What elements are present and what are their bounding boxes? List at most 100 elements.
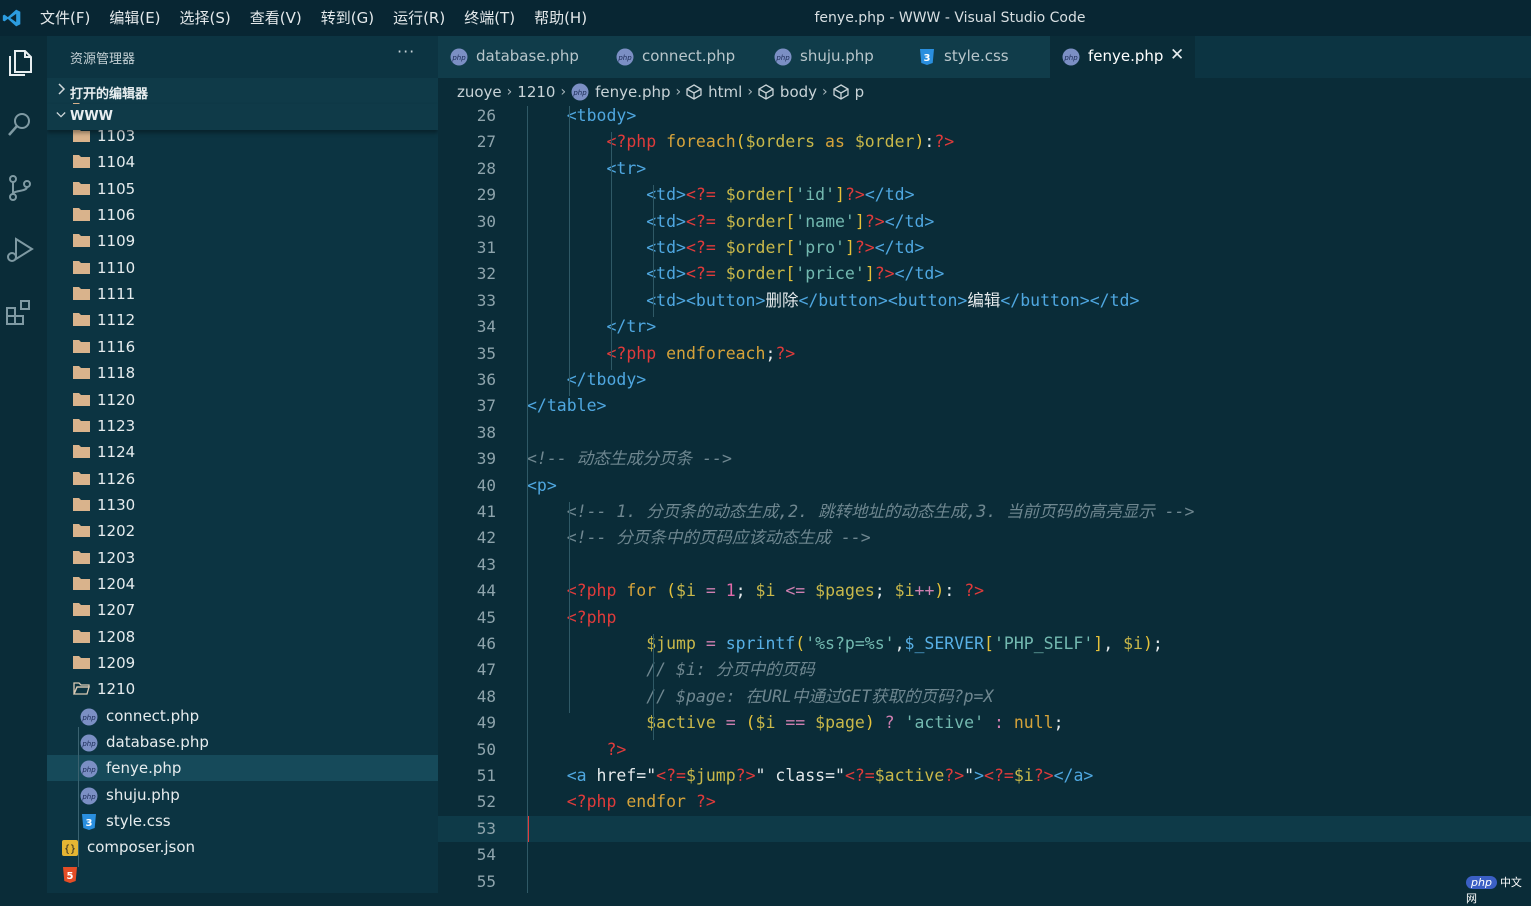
- tree-file[interactable]: php database.php: [47, 729, 438, 755]
- tree-folder[interactable]: 1130: [47, 492, 438, 518]
- breadcrumb-item[interactable]: html ›: [686, 83, 758, 101]
- tree-folder[interactable]: 1111: [47, 281, 438, 307]
- code-line[interactable]: 53: [438, 815, 1531, 843]
- tree-folder[interactable]: 1109: [47, 228, 438, 254]
- tab-fenye-php[interactable]: php fenye.php ✕: [1050, 36, 1195, 78]
- code-line[interactable]: 28 <tr>: [438, 156, 1531, 182]
- code-line[interactable]: 36 </tbody>: [438, 367, 1531, 393]
- breadcrumb-item[interactable]: php fenye.php ›: [571, 83, 686, 101]
- code-line[interactable]: 45 <?php: [438, 605, 1531, 631]
- code-token: ?>: [964, 581, 985, 601]
- tree-folder[interactable]: 1203: [47, 545, 438, 571]
- code-token: $order: [715, 185, 786, 205]
- code-token: ?>: [934, 132, 955, 152]
- code-line[interactable]: 47 // $i: 分页中的页码: [438, 657, 1531, 683]
- run-debug-icon[interactable]: [3, 233, 37, 267]
- code-line[interactable]: 33 <td><button>删除</button><button>编辑</bu…: [438, 288, 1531, 314]
- code-line[interactable]: 41 <!-- 1. 分页条的动态生成,2. 跳转地址的动态生成,3. 当前页码…: [438, 499, 1531, 525]
- tree-file[interactable]: 5: [47, 861, 438, 887]
- tree-folder[interactable]: 1202: [47, 518, 438, 544]
- tree-folder[interactable]: 1207: [47, 597, 438, 623]
- folder-icon: [73, 656, 90, 669]
- code-line[interactable]: 31 <td><?= $order['pro']?></td>: [438, 235, 1531, 261]
- code-token: <a: [566, 766, 587, 785]
- code-editor[interactable]: 26 <tbody> 27 <?php foreach($orders as $o…: [438, 106, 1531, 893]
- code-line[interactable]: 30 <td><?= $order['name']?></td>: [438, 209, 1531, 235]
- code-line[interactable]: 54: [438, 842, 1531, 868]
- code-line[interactable]: 26 <tbody>: [438, 106, 1531, 129]
- code-token: $orders: [745, 132, 816, 152]
- code-line[interactable]: 34 </tr>: [438, 314, 1531, 340]
- tree-file[interactable]: php shuju.php: [47, 782, 438, 808]
- tree-folder[interactable]: 1126: [47, 466, 438, 492]
- code-line[interactable]: 49 $active = ($i == $page) ? 'active' : …: [438, 710, 1531, 736]
- tree-folder-open[interactable]: 1210: [47, 676, 438, 702]
- tree-folder[interactable]: 1123: [47, 413, 438, 439]
- menu-item[interactable]: 转到(G): [321, 0, 374, 36]
- tree-file[interactable]: {} composer.json: [47, 834, 438, 860]
- explorer-icon[interactable]: [3, 46, 37, 80]
- breadcrumb-separator: ›: [747, 84, 753, 100]
- menu-item[interactable]: 查看(V): [250, 0, 302, 36]
- breadcrumb-item[interactable]: zuoye ›: [457, 83, 517, 101]
- code-line[interactable]: 38: [438, 420, 1531, 446]
- menu-item[interactable]: 选择(S): [180, 0, 231, 36]
- menu-item[interactable]: 帮助(H): [534, 0, 587, 36]
- menu-item[interactable]: 文件(F): [40, 0, 90, 36]
- extensions-icon[interactable]: [3, 296, 37, 330]
- breadcrumb-item[interactable]: body ›: [758, 83, 833, 101]
- menu-item[interactable]: 运行(R): [393, 0, 445, 36]
- code-line[interactable]: 35 <?php endforeach;?>: [438, 341, 1531, 367]
- menu-item[interactable]: 终端(T): [464, 0, 515, 36]
- close-icon[interactable]: ✕: [1170, 45, 1184, 65]
- breadcrumb-item[interactable]: 1210 ›: [517, 83, 571, 101]
- code-line[interactable]: 27 <?php foreach($orders as $order):?>: [438, 129, 1531, 155]
- tree-folder[interactable]: 1104: [47, 149, 438, 175]
- code-line[interactable]: 51 <a href="<?=$jump?>" class="<?=$activ…: [438, 763, 1531, 789]
- tree-folder[interactable]: 1120: [47, 387, 438, 413]
- code-line[interactable]: 40 <p>: [438, 473, 1531, 499]
- code-token: 'PHP_SELF': [993, 634, 1094, 653]
- code-text: <td><?= $order['id']?></td>: [527, 182, 914, 208]
- menu-item[interactable]: 编辑(E): [109, 0, 160, 36]
- tree-item-label: 1116: [97, 337, 136, 356]
- tree-file[interactable]: 3 style.css: [47, 808, 438, 834]
- tab-shuju-php[interactable]: php shuju.php: [762, 36, 907, 78]
- tree-file[interactable]: php connect.php: [47, 703, 438, 729]
- tab-database-php[interactable]: php database.php: [438, 36, 605, 78]
- symbol-element-icon: [758, 84, 774, 100]
- tree-folder[interactable]: 1110: [47, 255, 438, 281]
- tree-folder[interactable]: 1209: [47, 650, 438, 676]
- source-control-icon[interactable]: [3, 171, 37, 205]
- tab-connect-php[interactable]: php connect.php: [604, 36, 763, 78]
- tree-folder[interactable]: 1112: [47, 307, 438, 333]
- code-token: (: [745, 713, 756, 733]
- code-line[interactable]: 43: [438, 552, 1531, 578]
- tree-file[interactable]: php fenye.php: [47, 755, 438, 782]
- tab-style-css[interactable]: 3 style.css: [906, 36, 1051, 78]
- code-line[interactable]: 50 ?>: [438, 737, 1531, 763]
- tree-folder[interactable]: 1118: [47, 360, 438, 386]
- line-number: 36: [476, 370, 496, 389]
- code-line[interactable]: 48 // $page: 在URL中通过GET获取的页码?p=X: [438, 684, 1531, 710]
- tree-folder[interactable]: 1204: [47, 571, 438, 597]
- code-line[interactable]: 32 <td><?= $order['price']?></td>: [438, 261, 1531, 287]
- tree-folder[interactable]: 1116: [47, 334, 438, 360]
- code-line[interactable]: 42 <!-- 分页条中的页码应该动态生成 -->: [438, 525, 1531, 551]
- breadcrumb-item[interactable]: p: [832, 83, 864, 101]
- search-icon[interactable]: [3, 108, 37, 142]
- code-line[interactable]: 55: [438, 869, 1531, 893]
- line-number: 49: [476, 713, 496, 733]
- workspace-section[interactable]: WWW: [47, 104, 438, 130]
- code-line[interactable]: 37 </table>: [438, 393, 1531, 419]
- code-line[interactable]: 29 <td><?= $order['id']?></td>: [438, 182, 1531, 208]
- tree-folder[interactable]: 1124: [47, 439, 438, 465]
- tree-folder[interactable]: 1106: [47, 202, 438, 228]
- code-line[interactable]: 44 <?php for ($i = 1; $i <= $pages; $i++…: [438, 578, 1531, 604]
- tree-folder[interactable]: 1208: [47, 624, 438, 650]
- more-actions-button[interactable]: ···: [397, 42, 415, 61]
- code-line[interactable]: 52 <?php endfor ?>: [438, 789, 1531, 815]
- tree-folder[interactable]: 1105: [47, 176, 438, 202]
- code-line[interactable]: 39 <!-- 动态生成分页条 -->: [438, 446, 1531, 472]
- code-line[interactable]: 46 $jump = sprintf('%s?p=%s',$_SERVER['P…: [438, 631, 1531, 657]
